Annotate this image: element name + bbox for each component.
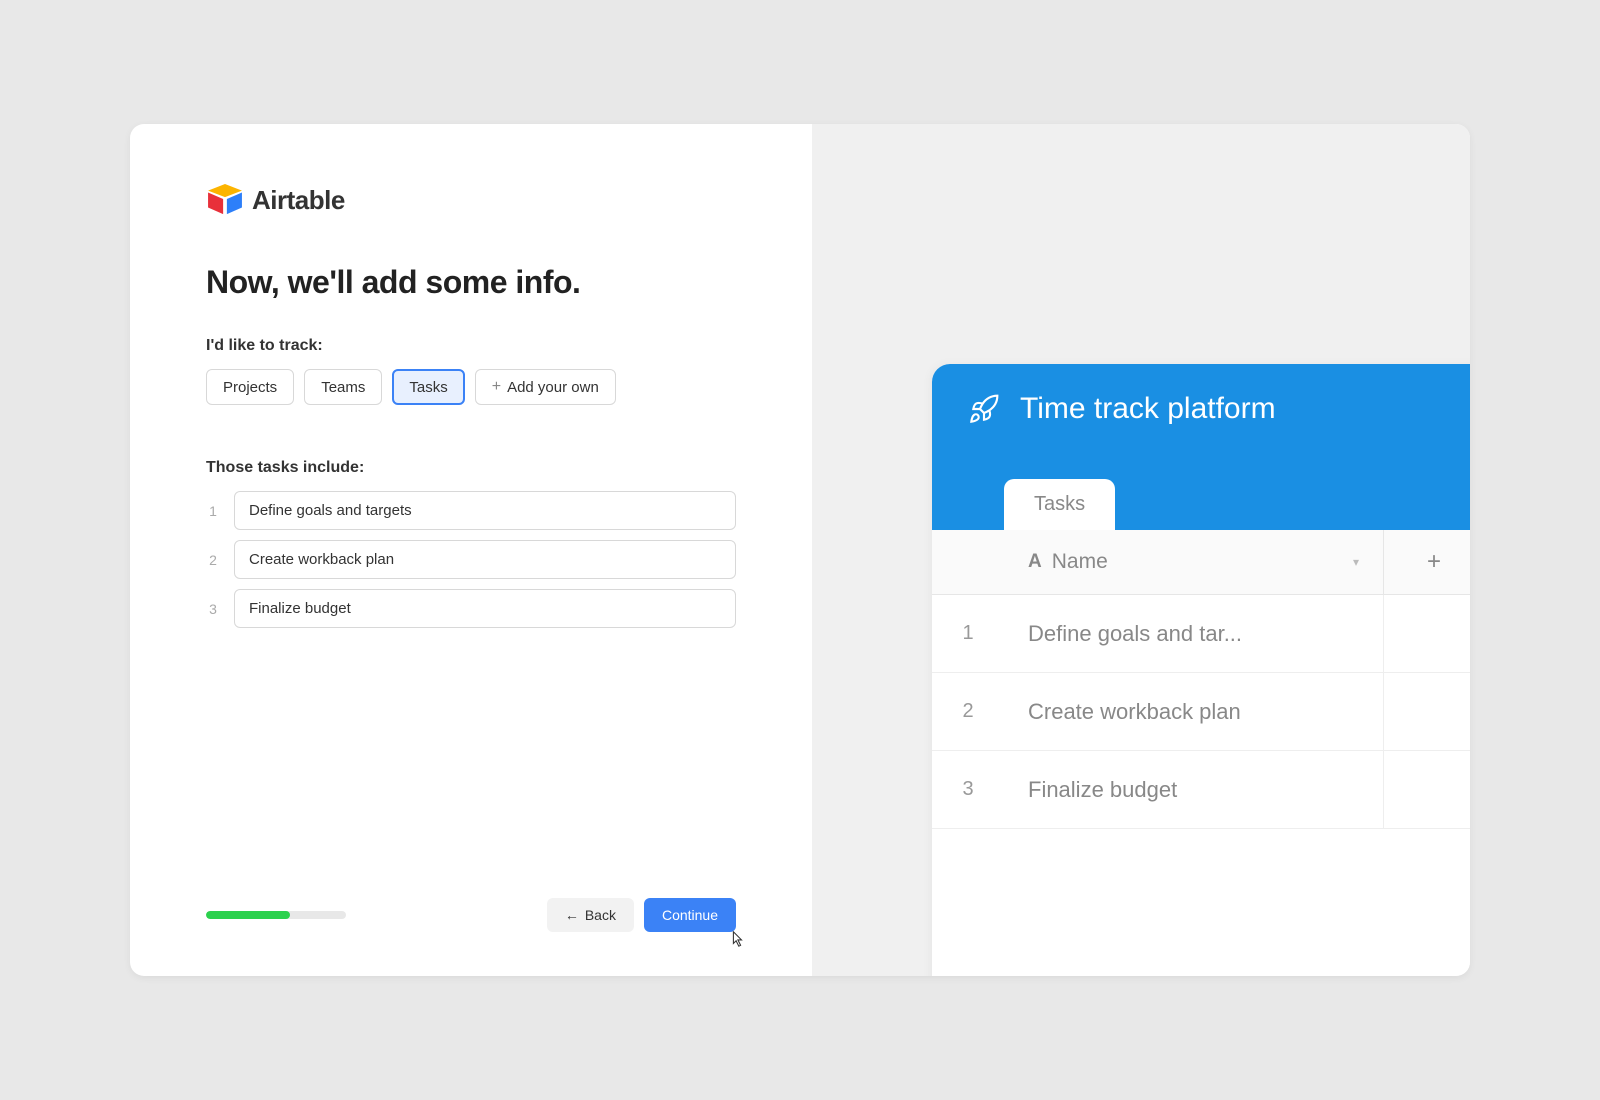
row-number: 3 (932, 778, 1004, 801)
row-number: 2 (932, 700, 1004, 723)
progress-bar (206, 911, 346, 919)
arrow-left-icon: ← (565, 907, 579, 923)
task-input-1[interactable] (234, 491, 736, 530)
rocket-icon (968, 393, 1000, 425)
chip-projects[interactable]: Projects (206, 369, 294, 405)
airtable-logo-icon (206, 184, 244, 216)
table-row[interactable]: 1 Define goals and tar... (932, 595, 1470, 673)
row-number: 2 (206, 552, 220, 568)
wizard-heading: Now, we'll add some info. (206, 264, 736, 301)
chip-add-own[interactable]: + Add your own (475, 369, 616, 405)
chip-add-own-label: Add your own (507, 379, 599, 396)
preview-window: Time track platform Tasks A Name ▾ + (932, 364, 1470, 976)
name-column-header[interactable]: A Name ▾ (1004, 530, 1384, 594)
task-input-row: 3 (206, 589, 736, 628)
name-column-label: Name (1052, 550, 1108, 574)
wizard-panel: Airtable Now, we'll add some info. I'd l… (130, 124, 812, 976)
chevron-down-icon: ▾ (1353, 555, 1359, 569)
onboarding-card: Airtable Now, we'll add some info. I'd l… (130, 124, 1470, 976)
back-label: Back (585, 907, 616, 923)
column-header-row: A Name ▾ + (932, 530, 1470, 595)
chip-teams[interactable]: Teams (304, 369, 382, 405)
row-number: 1 (932, 622, 1004, 645)
include-label: Those tasks include: (206, 459, 736, 477)
task-input-2[interactable] (234, 540, 736, 579)
preview-panel: Time track platform Tasks A Name ▾ + (812, 124, 1470, 976)
row-name-cell: Finalize budget (1004, 751, 1384, 828)
tab-tasks[interactable]: Tasks (1004, 479, 1115, 530)
continue-button[interactable]: Continue (644, 898, 736, 932)
back-button[interactable]: ← Back (547, 898, 634, 932)
text-type-icon: A (1028, 551, 1042, 573)
table-row[interactable]: 3 Finalize budget (932, 751, 1470, 829)
brand-name: Airtable (252, 185, 345, 216)
track-label: I'd like to track: (206, 337, 736, 355)
add-column-button[interactable]: + (1384, 530, 1470, 594)
nav-buttons: ← Back Continue (547, 898, 736, 932)
wizard-footer: ← Back Continue (206, 898, 736, 932)
progress-fill (206, 911, 290, 919)
plus-icon: + (492, 378, 501, 396)
row-name-cell: Create workback plan (1004, 673, 1384, 750)
row-name-cell: Define goals and tar... (1004, 595, 1384, 672)
track-chip-row: Projects Teams Tasks + Add your own (206, 369, 736, 405)
task-input-list: 1 2 3 (206, 491, 736, 628)
task-input-row: 1 (206, 491, 736, 530)
row-num-column-header (932, 530, 1004, 594)
preview-header: Time track platform Tasks (932, 364, 1470, 530)
table-row[interactable]: 2 Create workback plan (932, 673, 1470, 751)
row-number: 1 (206, 503, 220, 519)
plus-icon: + (1427, 548, 1441, 576)
cursor-icon (728, 930, 746, 948)
brand-logo: Airtable (206, 184, 736, 216)
chip-tasks[interactable]: Tasks (392, 369, 464, 405)
preview-title-row: Time track platform (968, 392, 1470, 426)
task-input-row: 2 (206, 540, 736, 579)
preview-title: Time track platform (1020, 392, 1276, 426)
task-input-3[interactable] (234, 589, 736, 628)
row-number: 3 (206, 601, 220, 617)
tab-container: Tasks (1004, 479, 1115, 530)
